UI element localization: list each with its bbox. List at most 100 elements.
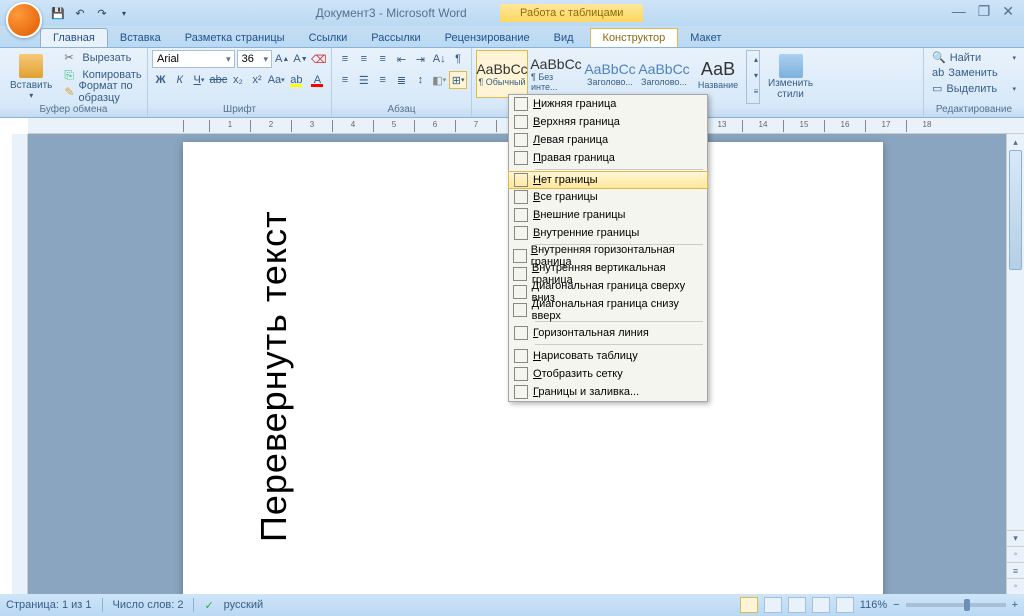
underline-button[interactable]: Ч▾ [190,71,207,89]
status-language[interactable]: русский [224,599,263,611]
format-painter-button[interactable]: Формат по образцу [60,84,145,100]
style-heading2[interactable]: AaBbCcЗаголово... [638,50,690,98]
borders-menu-item[interactable]: Отобразить сетку [509,365,707,383]
scroll-up-icon[interactable]: ▴ [1007,134,1024,150]
print-layout-view-button[interactable] [740,597,758,613]
window-title: Документ3 - Microsoft Word [316,6,467,20]
copy-icon [64,68,78,82]
tab-page-layout[interactable]: Разметка страницы [173,29,297,47]
web-layout-view-button[interactable] [788,597,806,613]
borders-menu-item[interactable]: Горизонтальная линия [509,324,707,342]
bold-button[interactable]: Ж [152,71,169,89]
find-button[interactable]: 🔍Найти▾ [928,50,1020,65]
subscript-button[interactable]: x₂ [229,71,246,89]
borders-menu-item[interactable]: Правая граница [509,149,707,167]
align-center-button[interactable]: ☰ [355,71,373,89]
tab-references[interactable]: Ссылки [297,29,360,47]
scroll-thumb[interactable] [1009,150,1022,270]
border-icon [514,349,528,363]
font-group-label: Шрифт [152,104,327,117]
style-no-spacing[interactable]: AaBbCc¶ Без инте... [530,50,582,98]
restore-icon[interactable]: ❐ [978,3,991,20]
style-heading1[interactable]: AaBbCcЗаголово... [584,50,636,98]
style-normal[interactable]: AaBbCc¶ Обычный [476,50,528,98]
status-words[interactable]: Число слов: 2 [113,599,184,611]
minimize-icon[interactable]: — [952,3,966,20]
document-text[interactable]: Перевернуть текст [253,142,295,542]
numbering-button[interactable]: ≡ [355,50,373,68]
full-screen-view-button[interactable] [764,597,782,613]
change-case-button[interactable]: Aa▾ [268,71,285,89]
font-size-combo[interactable]: 36 [237,50,272,68]
superscript-button[interactable]: x² [248,71,265,89]
tab-mailings[interactable]: Рассылки [359,29,432,47]
clear-formatting-button[interactable]: ⌫ [311,50,327,68]
next-page-icon[interactable]: ◦ [1007,578,1024,594]
contextual-tab-title: Работа с таблицами [500,4,643,22]
tab-view[interactable]: Вид [542,29,586,47]
shrink-font-button[interactable]: A▼ [292,50,308,68]
save-icon[interactable]: 💾 [50,5,66,21]
borders-menu-item[interactable]: Верхняя граница [509,113,707,131]
tab-layout[interactable]: Макет [678,29,733,47]
shading-button[interactable]: ◧▾ [430,71,448,89]
zoom-slider[interactable] [906,603,1006,607]
close-icon[interactable]: ✕ [1002,3,1014,20]
grow-font-button[interactable]: A▲ [274,50,290,68]
tab-home[interactable]: Главная [40,28,108,47]
sort-button[interactable]: A↓ [430,50,448,68]
borders-button[interactable]: ⊞▾ [449,71,467,89]
bullets-button[interactable]: ≡ [336,50,354,68]
align-left-button[interactable]: ≡ [336,71,354,89]
status-page[interactable]: Страница: 1 из 1 [6,599,92,611]
change-styles-icon [779,54,803,78]
tab-insert[interactable]: Вставка [108,29,173,47]
browse-object-icon[interactable]: ≡ [1007,562,1024,578]
status-zoom[interactable]: 116% [860,599,887,611]
italic-button[interactable]: К [171,71,188,89]
spellcheck-icon[interactable]: ✓ [204,599,213,612]
borders-menu-item[interactable]: Диагональная граница снизу вверх [509,301,707,319]
show-marks-button[interactable]: ¶ [449,50,467,68]
vertical-ruler[interactable] [12,134,28,594]
tab-design[interactable]: Конструктор [590,28,679,47]
prev-page-icon[interactable]: ◦ [1007,546,1024,562]
draft-view-button[interactable] [836,597,854,613]
increase-indent-button[interactable]: ⇥ [411,50,429,68]
multilevel-button[interactable]: ≡ [374,50,392,68]
line-spacing-button[interactable]: ↕ [411,71,429,89]
borders-menu-item[interactable]: Внутренние границы [509,224,707,242]
zoom-in-button[interactable]: + [1012,599,1018,611]
font-color-button[interactable]: A [308,71,327,89]
border-icon [513,249,527,263]
qat-more-icon[interactable]: ▾ [116,5,132,21]
borders-menu-item[interactable]: Нижняя граница [509,95,707,113]
scroll-down-icon[interactable]: ▾ [1007,530,1024,546]
borders-dropdown-menu: Нижняя границаВерхняя границаЛевая грани… [508,94,708,402]
paste-button[interactable]: Вставить ▾ [4,50,58,104]
change-styles-button[interactable]: Изменить стили [762,50,819,104]
select-button[interactable]: ▭Выделить▾ [928,81,1020,96]
decrease-indent-button[interactable]: ⇤ [393,50,411,68]
justify-button[interactable]: ≣ [393,71,411,89]
font-name-combo[interactable]: Arial [152,50,235,68]
replace-button[interactable]: abЗаменить [928,66,1020,80]
highlight-button[interactable]: ab [287,71,306,89]
borders-menu-item[interactable]: Нарисовать таблицу [509,347,707,365]
borders-menu-item[interactable]: Внешние границы [509,206,707,224]
borders-menu-item[interactable]: Все границы [509,188,707,206]
borders-menu-item[interactable]: Левая граница [509,131,707,149]
office-button[interactable] [6,2,42,38]
zoom-out-button[interactable]: − [893,599,899,611]
borders-menu-item[interactable]: Границы и заливка... [509,383,707,401]
tab-review[interactable]: Рецензирование [433,29,542,47]
align-right-button[interactable]: ≡ [374,71,392,89]
borders-menu-item[interactable]: Нет границы [508,171,708,189]
cut-button[interactable]: Вырезать [60,50,145,66]
outline-view-button[interactable] [812,597,830,613]
style-title[interactable]: АаВНазвание [692,50,744,98]
redo-icon[interactable]: ↷ [94,5,110,21]
undo-icon[interactable]: ↶ [72,5,88,21]
vertical-scrollbar[interactable]: ▴ ▾ ◦ ≡ ◦ [1006,134,1024,594]
strikethrough-button[interactable]: abc [210,71,228,89]
